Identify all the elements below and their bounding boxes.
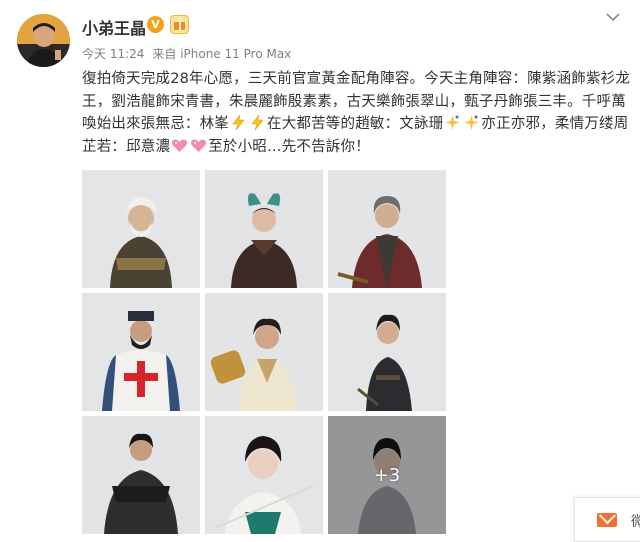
photo-thumbnail[interactable]: [205, 293, 323, 411]
post-time[interactable]: 今天 11:24: [82, 47, 144, 61]
message-widget[interactable]: 微: [574, 497, 640, 542]
mail-icon: [597, 513, 617, 527]
hearts-emoji: [172, 139, 188, 152]
hearts-emoji: [191, 139, 207, 152]
avatar[interactable]: [17, 14, 70, 67]
sparkle-emoji: [464, 115, 480, 130]
sparkle-emoji: [445, 115, 461, 130]
photo-thumbnail[interactable]: [82, 170, 200, 288]
lightning-emoji: [232, 114, 245, 131]
photo-thumbnail[interactable]: [205, 170, 323, 288]
verified-badge-icon: V: [147, 16, 164, 33]
author-name[interactable]: 小弟王晶: [82, 15, 146, 39]
photo-thumbnail[interactable]: [205, 416, 323, 534]
photo-grid: +3: [82, 170, 447, 534]
photo-thumbnail[interactable]: [82, 416, 200, 534]
more-photos-count: +3: [373, 464, 401, 486]
chevron-down-icon[interactable]: [604, 10, 622, 24]
photo-thumbnail[interactable]: [328, 170, 446, 288]
widget-label: 微: [631, 514, 640, 530]
post-meta: 今天 11:24 来自 iPhone 11 Pro Max: [82, 45, 299, 62]
photo-more[interactable]: +3: [328, 416, 446, 534]
lightning-emoji: [251, 114, 264, 131]
post-text-segment: 至於小昭…先不告訴你！: [208, 138, 370, 155]
photo-thumbnail[interactable]: [328, 293, 446, 411]
post-text-segment: 在大都苦等的趙敏：文詠珊: [267, 116, 444, 132]
photo-thumbnail[interactable]: [82, 293, 200, 411]
post-text: 復拍倚天完成28年心愿，三天前官宣黃金配角陣容。今天主角陣容：陳紫涵飾紫衫龙王，…: [82, 68, 634, 158]
post-source: 来自 iPhone 11 Pro Max: [152, 47, 292, 61]
member-badge-icon[interactable]: [170, 15, 189, 34]
